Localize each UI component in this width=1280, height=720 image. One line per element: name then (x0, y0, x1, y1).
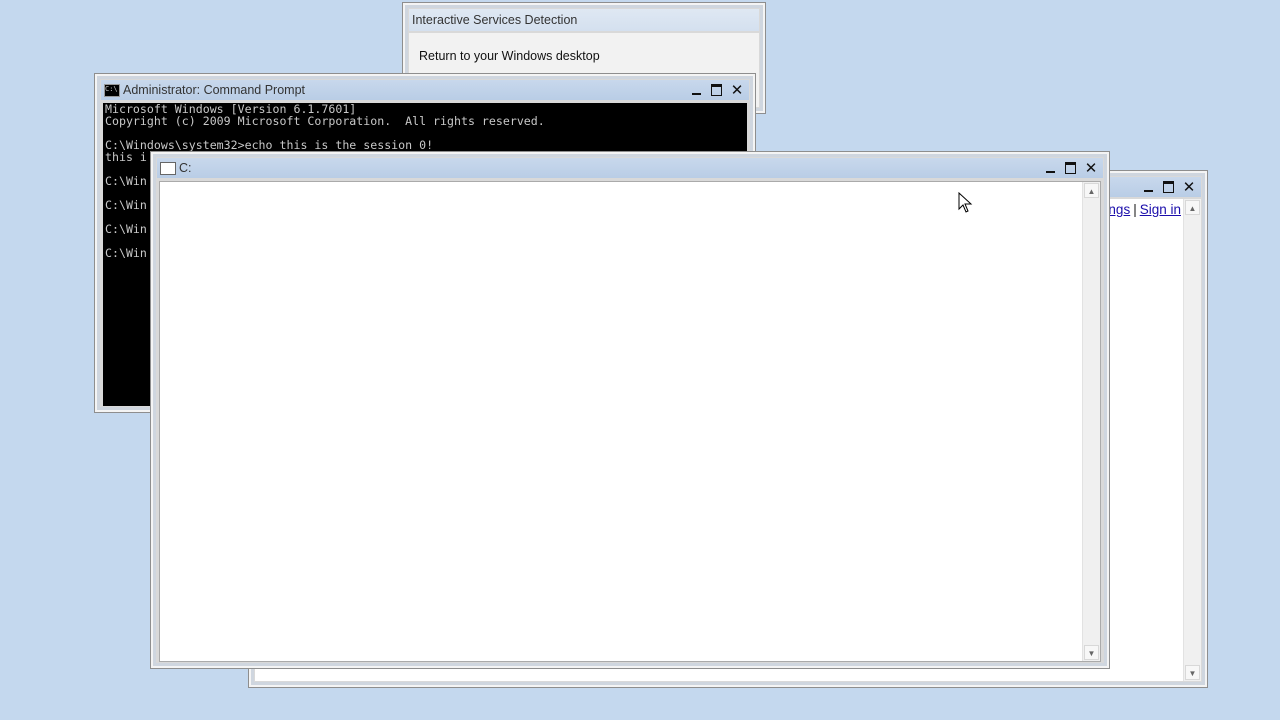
c-titlebar[interactable]: C: ✕ (157, 158, 1103, 178)
c-title: C: (179, 161, 192, 175)
sign-in-link[interactable]: Sign in (1140, 202, 1181, 217)
isd-titlebar[interactable]: Interactive Services Detection (409, 9, 759, 31)
minimize-icon[interactable] (1043, 160, 1059, 176)
console-line: C:\Windows\system32>echo this is the ses… (105, 138, 434, 152)
link-separator: | (1133, 202, 1137, 217)
cmd-titlebar[interactable]: C:\ Administrator: Command Prompt ✕ (101, 80, 749, 100)
window-icon (160, 162, 176, 175)
c-scrollbar[interactable]: ▲ ▼ (1082, 182, 1100, 661)
c-window: C: ✕ ▲ ▼ (150, 151, 1110, 669)
close-icon[interactable]: ✕ (729, 82, 745, 98)
maximize-icon[interactable] (1063, 160, 1079, 176)
close-icon[interactable]: ✕ (1083, 160, 1099, 176)
scroll-up-arrow-icon[interactable]: ▲ (1185, 200, 1200, 215)
cmd-icon: C:\ (104, 84, 120, 97)
maximize-icon[interactable] (1161, 179, 1177, 195)
close-icon[interactable]: ✕ (1181, 179, 1197, 195)
console-line: Copyright (c) 2009 Microsoft Corporation… (105, 114, 545, 128)
minimize-icon[interactable] (689, 82, 705, 98)
cmd-title: Administrator: Command Prompt (123, 83, 306, 97)
scroll-up-arrow-icon[interactable]: ▲ (1084, 183, 1099, 198)
top-links: ngs | Sign in (1108, 202, 1181, 217)
scroll-down-arrow-icon[interactable]: ▼ (1084, 645, 1099, 660)
mouse-pointer-icon (958, 192, 973, 213)
settings-link[interactable]: ngs (1108, 202, 1130, 217)
maximize-icon[interactable] (709, 82, 725, 98)
scroll-down-arrow-icon[interactable]: ▼ (1185, 665, 1200, 680)
minimize-icon[interactable] (1141, 179, 1157, 195)
browser-scrollbar[interactable]: ▲ ▼ (1183, 199, 1201, 681)
return-to-desktop-link[interactable]: Return to your Windows desktop (419, 49, 600, 63)
isd-title: Interactive Services Detection (412, 13, 578, 27)
c-window-content[interactable]: ▲ ▼ (159, 181, 1101, 662)
